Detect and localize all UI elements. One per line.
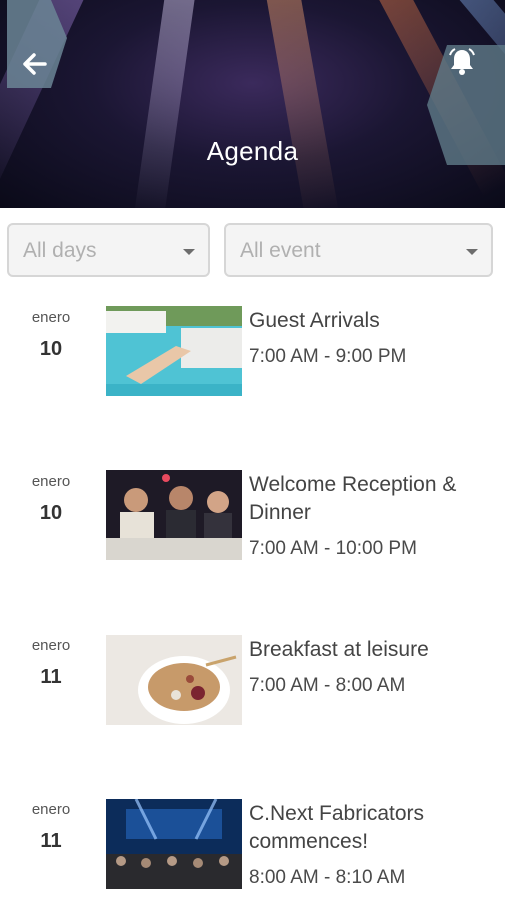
page-title: Agenda: [206, 136, 299, 166]
filter-bar: All days All event: [0, 223, 507, 281]
light-beam: [260, 0, 339, 208]
event-month: enero: [31, 473, 71, 490]
event-title: C.Next Fabricators commences!: [249, 802, 425, 853]
light-beam: [133, 0, 200, 208]
event-time: 7:00 AM - 10:00 PM: [249, 538, 417, 559]
event-day: 11: [40, 830, 62, 852]
event-day: 10: [39, 338, 63, 360]
event-month: enero: [31, 801, 71, 818]
event-time: 7:00 AM - 9:00 PM: [249, 346, 407, 367]
event-title: Breakfast at leisure: [249, 638, 429, 661]
bell-icon[interactable]: [446, 46, 478, 78]
event-image-conference-stage: [106, 799, 242, 889]
events-filter-select[interactable]: All event: [224, 223, 493, 277]
event-day: 10: [39, 502, 63, 524]
event-image-breakfast-bowl: [106, 635, 242, 725]
back-button[interactable]: [7, 0, 67, 88]
event-image-dinner-party: [106, 470, 242, 560]
event-title: Welcome Reception & Dinner: [249, 473, 457, 524]
agenda-item[interactable]: enero 11 C.Next Fabricators commences! 8…: [0, 793, 507, 913]
days-filter-value: All days: [23, 239, 97, 262]
event-image-pool-villa: [106, 306, 242, 396]
days-filter-select[interactable]: All days: [7, 223, 210, 277]
chevron-down-icon: [466, 249, 478, 255]
event-title: Guest Arrivals: [249, 309, 380, 332]
agenda-item[interactable]: enero 11 Breakfast at leisure 7:00 AM - …: [0, 629, 507, 749]
event-day: 11: [40, 666, 62, 688]
event-month: enero: [31, 637, 71, 654]
event-time: 7:00 AM - 8:00 AM: [249, 675, 406, 696]
event-time: 8:00 AM - 8:10 AM: [249, 867, 406, 888]
agenda-item[interactable]: enero 10 Guest Arrivals 7:00 AM - 9:00 P…: [0, 300, 507, 420]
header-banner: Agenda: [0, 0, 505, 208]
chevron-down-icon: [183, 249, 195, 255]
event-month: enero: [31, 309, 71, 326]
events-filter-value: All event: [240, 239, 321, 262]
agenda-item[interactable]: enero 10 Welcome Reception & Dinner 7:00…: [0, 464, 507, 584]
